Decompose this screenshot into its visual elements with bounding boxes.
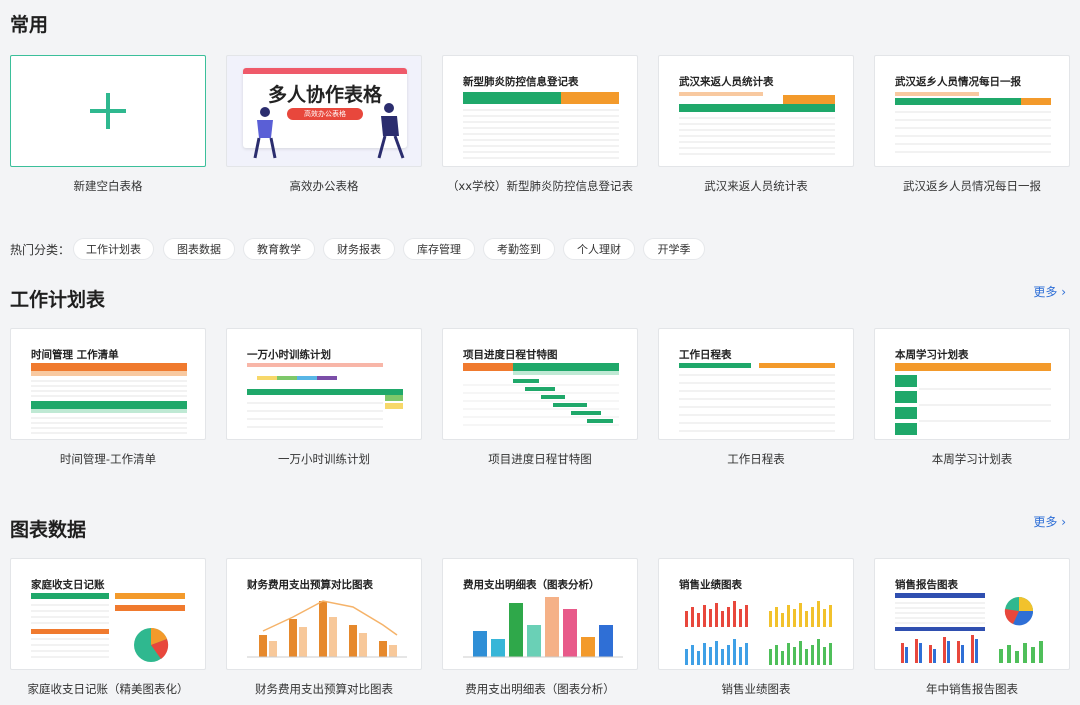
category-tag-inventory[interactable]: 库存管理 — [403, 238, 475, 260]
person-illustration-icon — [377, 103, 405, 159]
sheet-preview — [247, 600, 407, 658]
template-caption[interactable]: 一万小时训练计划 — [226, 451, 422, 467]
sheet-preview — [247, 363, 403, 428]
template-card-time-management[interactable]: 时间管理 工作清单 时间管理-工作清单 — [10, 328, 206, 467]
template-caption[interactable]: 销售业绩图表 — [658, 681, 854, 697]
template-card-wuhan-returnees[interactable]: 武汉来返人员统计表 武汉来返人员统计表 — [658, 55, 854, 194]
template-thumbnail[interactable]: 工作日程表 — [658, 328, 854, 440]
template-card-10000-hours[interactable]: 一万小时训练计划 一万小时训练计划 — [226, 328, 422, 467]
template-card-work-schedule[interactable]: 工作日程表 工作日程表 — [658, 328, 854, 467]
template-card-new-blank[interactable]: 新建空白表格 — [10, 55, 206, 194]
chart-templates-row: 家庭收支日记账 家庭收支日记账（精美图表化） 财务费用支出预算对比图表 财务费用… — [10, 558, 1070, 705]
template-caption[interactable]: 新建空白表格 — [10, 178, 206, 194]
template-caption[interactable]: 武汉来返人员统计表 — [658, 178, 854, 194]
template-card-gantt[interactable]: 项目进度日程甘特图 项目进度日程甘特图 — [442, 328, 638, 467]
template-caption[interactable]: 武汉返乡人员情况每日一报 — [874, 178, 1070, 194]
sheet-preview — [685, 601, 832, 665]
plus-icon — [90, 93, 126, 129]
thumbnail-title: 武汉返乡人员情况每日一报 — [895, 76, 1021, 88]
category-tag-work-plan[interactable]: 工作计划表 — [73, 238, 154, 260]
sheet-preview — [463, 597, 623, 658]
thumbnail-title: 销售报告图表 — [895, 579, 958, 591]
sheet-preview — [463, 92, 619, 159]
template-caption[interactable]: 项目进度日程甘特图 — [442, 451, 638, 467]
template-caption[interactable]: 工作日程表 — [658, 451, 854, 467]
template-card-sales-performance[interactable]: 销售业绩图表 销售业绩图表 — [658, 558, 854, 697]
template-thumbnail[interactable]: 财务费用支出预算对比图表 — [226, 558, 422, 670]
template-caption[interactable]: 财务费用支出预算对比图表 — [226, 681, 422, 697]
sheet-preview — [31, 363, 187, 434]
hot-categories-label: 热门分类： — [10, 243, 71, 257]
template-thumbnail[interactable]: 销售报告图表 — [874, 558, 1070, 670]
template-card-expense-detail[interactable]: 费用支出明细表（图表分析） 费用支出明细表（图表分析） — [442, 558, 638, 697]
thumbnail-title: 财务费用支出预算对比图表 — [247, 579, 373, 591]
template-caption[interactable]: 年中销售报告图表 — [874, 681, 1070, 697]
template-caption[interactable]: 高效办公表格 — [226, 178, 422, 194]
more-link-work-plan[interactable]: 更多 › — [1033, 283, 1066, 300]
template-card-budget-comparison[interactable]: 财务费用支出预算对比图表 财务费用支出预算对比图表 — [226, 558, 422, 697]
template-thumbnail[interactable]: 武汉返乡人员情况每日一报 — [874, 55, 1070, 167]
thumbnail-title: 本周学习计划表 — [895, 349, 969, 361]
template-thumbnail[interactable]: 一万小时训练计划 — [226, 328, 422, 440]
sheet-preview — [895, 92, 1051, 153]
thumbnail-title: 武汉来返人员统计表 — [679, 76, 774, 88]
person-illustration-icon — [253, 107, 277, 159]
template-card-epidemic-form[interactable]: 新型肺炎防控信息登记表 （xx学校）新型肺炎防控信息登记表 — [442, 55, 638, 194]
thumbnail-title: 费用支出明细表（图表分析） — [463, 579, 600, 591]
work-plan-templates-row: 时间管理 工作清单 时间管理-工作清单 一万小时训练计划 一万小时训练计划 项目… — [10, 328, 1070, 478]
category-tag-back-to-school[interactable]: 开学季 — [643, 238, 705, 260]
template-card-weekly-study[interactable]: 本周学习计划表 本周学习计划表 — [874, 328, 1070, 467]
sheet-preview — [679, 92, 835, 155]
sheet-preview — [463, 363, 619, 426]
thumbnail-title: 新型肺炎防控信息登记表 — [463, 76, 579, 88]
section-title-chart-data: 图表数据 — [10, 519, 87, 541]
sheet-preview — [679, 363, 835, 432]
template-card-office[interactable]: 多人协作表格 高效办公表格 高效办公表格 — [226, 55, 422, 194]
category-tag-finance[interactable]: 财务报表 — [323, 238, 395, 260]
template-caption[interactable]: 家庭收支日记账（精美图表化） — [10, 681, 206, 697]
template-thumbnail[interactable]: 销售业绩图表 — [658, 558, 854, 670]
template-thumbnail[interactable]: 家庭收支日记账 — [10, 558, 206, 670]
new-blank-thumbnail[interactable] — [10, 55, 206, 167]
template-thumbnail[interactable]: 本周学习计划表 — [874, 328, 1070, 440]
thumbnail-title: 工作日程表 — [679, 349, 732, 361]
category-tag-education[interactable]: 教育教学 — [243, 238, 315, 260]
template-thumbnail[interactable]: 多人协作表格 高效办公表格 — [226, 55, 422, 167]
sheet-preview — [31, 593, 185, 662]
template-card-midyear-sales-report[interactable]: 销售报告图表 年中销售报告图表 — [874, 558, 1070, 697]
template-caption[interactable]: 本周学习计划表 — [874, 451, 1070, 467]
template-thumbnail[interactable]: 时间管理 工作清单 — [10, 328, 206, 440]
template-thumbnail[interactable]: 费用支出明细表（图表分析） — [442, 558, 638, 670]
template-thumbnail[interactable]: 项目进度日程甘特图 — [442, 328, 638, 440]
section-title-work-plan: 工作计划表 — [10, 289, 106, 311]
thumbnail-title: 项目进度日程甘特图 — [463, 349, 558, 361]
template-caption[interactable]: 时间管理-工作清单 — [10, 451, 206, 467]
thumbnail-title: 时间管理 工作清单 — [31, 349, 119, 361]
thumbnail-title: 销售业绩图表 — [679, 579, 742, 591]
thumbnail-title: 家庭收支日记账 — [31, 579, 105, 591]
thumbnail-title: 一万小时训练计划 — [247, 349, 331, 361]
template-card-wuhan-daily[interactable]: 武汉返乡人员情况每日一报 武汉返乡人员情况每日一报 — [874, 55, 1070, 194]
category-tag-personal-finance[interactable]: 个人理财 — [563, 238, 635, 260]
template-thumbnail[interactable]: 武汉来返人员统计表 — [658, 55, 854, 167]
common-templates-row: 新建空白表格 多人协作表格 高效办公表格 高效办公表格 新型肺炎防控信息登记表 … — [10, 55, 1070, 205]
template-card-household-ledger[interactable]: 家庭收支日记账 家庭收支日记账（精美图表化） — [10, 558, 206, 697]
sheet-preview — [895, 593, 1043, 663]
sheet-preview — [895, 363, 1051, 435]
thumbnail-badge: 高效办公表格 — [287, 108, 363, 120]
category-tag-attendance[interactable]: 考勤签到 — [483, 238, 555, 260]
more-link-chart-data[interactable]: 更多 › — [1033, 513, 1066, 530]
template-thumbnail[interactable]: 新型肺炎防控信息登记表 — [442, 55, 638, 167]
section-title-common: 常用 — [10, 14, 49, 36]
template-caption[interactable]: （xx学校）新型肺炎防控信息登记表 — [442, 178, 638, 194]
category-tag-chart-data[interactable]: 图表数据 — [163, 238, 235, 260]
template-caption[interactable]: 费用支出明细表（图表分析） — [442, 681, 638, 697]
